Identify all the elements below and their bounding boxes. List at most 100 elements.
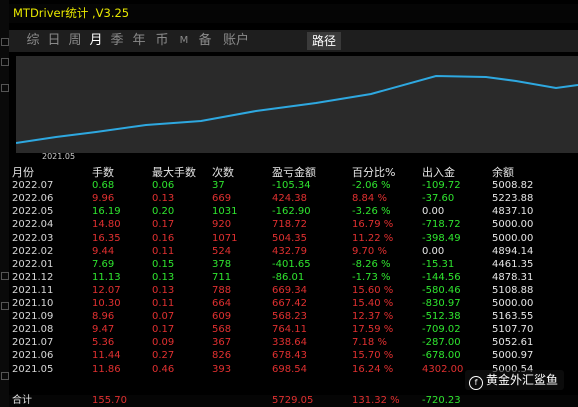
table-row[interactable]: 2021.09 8.96 0.07 609 568.23 12.37 % -512.38 51… xyxy=(9,310,578,323)
menu-item-month[interactable]: 月 xyxy=(88,30,104,52)
cell-deposit: -580.46 xyxy=(422,284,461,296)
toolbar-handle-icon[interactable] xyxy=(1,302,9,310)
cell-month: 2021.08 xyxy=(12,324,54,336)
table-header: 月份 手数 最大手数 次数 盈亏金额 百分比% 出入金 余额 xyxy=(9,166,578,179)
cell-percent: 7.18 % xyxy=(352,337,387,349)
table-row[interactable]: 2021.12 11.13 0.13 711 -86.01 -1.73 % -144.56 4… xyxy=(9,271,578,284)
cell-month: 2022.01 xyxy=(12,258,54,270)
cell-percent: -2.06 % xyxy=(352,180,391,192)
toolbar-handle-icon[interactable] xyxy=(1,58,9,66)
table-row[interactable]: 2021.07 5.36 0.09 367 338.64 7.18 % -287.00 505… xyxy=(9,336,578,349)
header-balance[interactable]: 余额 xyxy=(492,166,514,179)
window-title[interactable]: MTDriver统计 ,V3.25 xyxy=(9,4,578,23)
toolbar-handle-icon[interactable] xyxy=(1,272,9,280)
menu-item-backup[interactable]: 备 xyxy=(197,30,213,52)
cell-trades: 664 xyxy=(212,298,232,309)
table-row[interactable]: 2022.06 9.96 0.13 669 424.38 8.84 % -37.60 5223… xyxy=(9,192,578,205)
cell-profit: 698.54 xyxy=(272,363,307,375)
cell-percent: 15.60 % xyxy=(352,284,394,296)
cell-deposit: -718.72 xyxy=(422,219,461,231)
cell-month: 2021.07 xyxy=(12,337,54,349)
menu-item-overview[interactable]: 综 xyxy=(25,30,41,52)
header-month[interactable]: 月份 xyxy=(12,166,34,179)
cell-month: 2022.07 xyxy=(12,180,54,192)
cell-max-lots: 0.06 xyxy=(152,180,175,192)
menu-item-week[interactable]: 周 xyxy=(67,30,83,52)
cell-profit: -162.90 xyxy=(272,206,311,218)
total-percent: 131.32 % xyxy=(352,395,400,406)
table-row[interactable]: 2022.05 16.19 0.20 1031 -162.90 -3.26 % 0.00 48… xyxy=(9,205,578,218)
cell-balance: 4461.35 xyxy=(492,258,534,270)
toolbar-handle-icon[interactable] xyxy=(1,84,9,92)
toolbar-handle-icon[interactable] xyxy=(1,38,9,46)
header-percent[interactable]: 百分比% xyxy=(352,166,395,179)
table-row[interactable]: 2022.04 14.80 0.17 920 718.72 16.79 % -718.72 5… xyxy=(9,218,578,231)
cell-month: 2021.09 xyxy=(12,311,54,323)
cell-deposit: 0.00 xyxy=(422,206,445,218)
header-trades[interactable]: 次数 xyxy=(212,166,234,179)
watermark-text: 黄金外汇鲨鱼 xyxy=(486,373,559,387)
cell-percent: 16.24 % xyxy=(352,363,394,375)
table-row[interactable]: 2021.10 10.30 0.11 664 667.42 15.40 % -830.97 5… xyxy=(9,297,578,310)
table-row[interactable]: 2021.08 9.47 0.17 568 764.11 17.59 % -709.02 51… xyxy=(9,323,578,336)
cell-percent: 11.22 % xyxy=(352,232,394,244)
cell-profit: 718.72 xyxy=(272,219,307,231)
cell-lots: 7.69 xyxy=(92,258,115,270)
cell-lots: 11.86 xyxy=(92,363,121,375)
menu-item-day[interactable]: 日 xyxy=(46,30,62,52)
cell-profit: 669.34 xyxy=(272,284,307,296)
table-row[interactable]: 2021.11 12.07 0.13 788 669.34 15.60 % -580.46 5… xyxy=(9,284,578,297)
menu-item-currency[interactable]: 币 xyxy=(154,30,170,52)
menu-item-quarter[interactable]: 季 xyxy=(109,30,125,52)
header-deposit[interactable]: 出入金 xyxy=(422,166,455,179)
cell-lots: 8.96 xyxy=(92,311,115,323)
header-lots[interactable]: 手数 xyxy=(92,166,114,179)
menu-item-account[interactable]: 账户 xyxy=(221,30,251,52)
path-button[interactable]: 路径 xyxy=(307,32,341,50)
cell-profit: -401.65 xyxy=(272,258,311,270)
cell-trades: 393 xyxy=(212,363,232,375)
cell-month: 2021.05 xyxy=(12,363,54,375)
chart-start-date: 2021.05 xyxy=(42,152,76,161)
cell-trades: 669 xyxy=(212,193,232,205)
menu-item-year[interactable]: 年 xyxy=(131,30,147,52)
table-row[interactable]: 2022.01 7.69 0.15 378 -401.65 -8.26 % -15.31 44… xyxy=(9,258,578,271)
cell-month: 2022.06 xyxy=(12,193,54,205)
cell-deposit: -512.38 xyxy=(422,311,461,323)
menu-item-m[interactable]: M xyxy=(177,30,191,52)
table-row[interactable]: 2021.06 11.44 0.27 826 678.43 15.70 % -678.00 5… xyxy=(9,349,578,362)
cell-month: 2021.10 xyxy=(12,298,54,309)
cell-balance: 5163.55 xyxy=(492,311,534,323)
left-toolbar-strip xyxy=(0,0,9,407)
cell-lots: 0.68 xyxy=(92,180,115,192)
period-menu: 综 日 周 月 季 年 币 M 备 账户 路径 xyxy=(9,30,578,52)
cell-max-lots: 0.46 xyxy=(152,363,175,375)
cell-percent: -1.73 % xyxy=(352,271,391,283)
cell-max-lots: 0.11 xyxy=(152,245,175,257)
cell-profit: 432.79 xyxy=(272,245,307,257)
table-row[interactable]: 2022.03 16.35 0.16 1071 504.35 11.22 % -398.49… xyxy=(9,232,578,245)
cell-lots: 10.30 xyxy=(92,298,121,309)
cell-profit: 568.23 xyxy=(272,311,307,323)
table-row[interactable]: 2022.07 0.68 0.06 37 -105.34 -2.06 % -109.72 50… xyxy=(9,179,578,192)
toolbar-handle-icon[interactable] xyxy=(1,372,9,380)
cell-max-lots: 0.20 xyxy=(152,206,175,218)
header-profit[interactable]: 盈亏金额 xyxy=(272,166,316,179)
cell-trades: 711 xyxy=(212,271,232,283)
cell-deposit: -37.60 xyxy=(422,193,455,205)
header-max-lots[interactable]: 最大手数 xyxy=(152,166,196,179)
cell-balance: 5052.61 xyxy=(492,337,534,349)
cell-max-lots: 0.13 xyxy=(152,193,175,205)
total-flow: -720.23 xyxy=(422,395,461,406)
cell-max-lots: 0.17 xyxy=(152,324,175,336)
cell-deposit: -109.72 xyxy=(422,180,461,192)
cell-deposit: -287.00 xyxy=(422,337,461,349)
cell-deposit: -830.97 xyxy=(422,298,461,309)
cell-profit: 424.38 xyxy=(272,193,307,205)
cell-deposit: -15.31 xyxy=(422,258,455,270)
cell-lots: 12.07 xyxy=(92,284,121,296)
cell-max-lots: 0.07 xyxy=(152,311,175,323)
table-row[interactable]: 2022.02 9.44 0.11 524 432.79 9.70 % 0.00 4894.1… xyxy=(9,245,578,258)
cell-deposit: -398.49 xyxy=(422,232,461,244)
cell-deposit: -709.02 xyxy=(422,324,461,336)
